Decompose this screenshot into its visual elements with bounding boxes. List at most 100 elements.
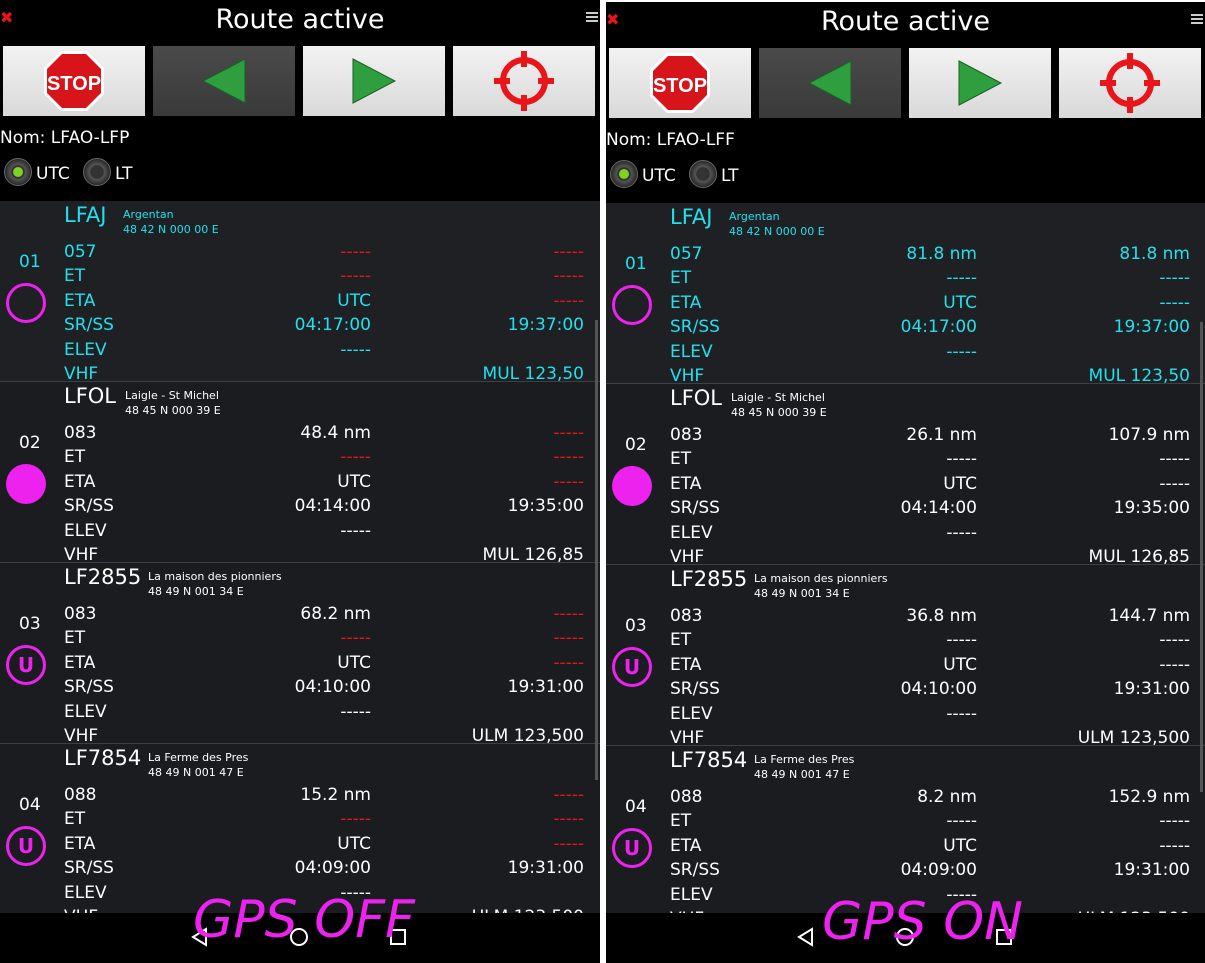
row-value: 04:14:00 (294, 496, 371, 516)
row-label: 057 (670, 244, 703, 264)
waypoint-name: Laigle - St Michel (125, 389, 219, 402)
scrollbar[interactable] (1200, 322, 1203, 792)
route-name: Nom: LFAO-LFP (0, 128, 130, 148)
route-name: Nom: LFAO-LFF (606, 130, 735, 150)
waypoint-row: ET ----- ----- (64, 447, 584, 471)
row-total: ----- (553, 785, 584, 805)
waypoint-coords: 48 45 N 000 39 E (731, 406, 827, 419)
waypoint-card[interactable]: 02 LFOL Laigle - St Michel 48 45 N 000 39 E… (0, 382, 600, 565)
waypoint-row: ETA UTC ----- (670, 293, 1190, 317)
lt-label: LT (115, 164, 133, 184)
row-label: ET (670, 449, 692, 469)
waypoint-row: 083 68.2 nm ----- (64, 604, 584, 628)
toolbar: STOP (606, 46, 1205, 118)
waypoint-name: La maison des pionniers (754, 572, 888, 585)
waypoint-ident: LFAJ (64, 203, 107, 227)
row-label: 083 (670, 606, 703, 626)
waypoint-coords: 48 49 N 001 47 E (148, 766, 244, 779)
row-value: ----- (340, 628, 371, 648)
waypoint-list[interactable]: 01 LFAJ Argentan 48 42 N 000 00 E 057 ----- --… (0, 201, 600, 927)
row-value: ----- (946, 811, 977, 831)
previous-icon (807, 60, 852, 106)
row-total: 19:35:00 (507, 496, 584, 516)
waypoint-marker-icon (6, 464, 46, 504)
waypoint-row: SR/SS 04:10:00 19:31:00 (670, 679, 1190, 703)
row-value: UTC (943, 655, 977, 675)
waypoint-list[interactable]: 01 LFAJ Argentan 48 42 N 000 00 E 057 81.8 nm… (606, 203, 1205, 929)
row-total: ----- (553, 447, 584, 467)
row-label: ELEV (670, 523, 713, 543)
waypoint-card[interactable]: 02 LFOL Laigle - St Michel 48 45 N 000 39 E… (606, 384, 1205, 567)
waypoint-row: ETA UTC ----- (64, 291, 584, 315)
waypoint-subtitle: La maison des pionniers 48 49 N 001 34 E (754, 571, 888, 601)
waypoint-number: 02 (19, 433, 41, 453)
previous-button[interactable] (759, 48, 901, 118)
panel-gps-on: ✖ Route active STOP Nom: LFAO-LFF UTC LT… (606, 2, 1205, 963)
row-total: ----- (553, 266, 584, 286)
waypoint-subtitle: La Ferme des Pres 48 49 N 001 47 E (754, 752, 854, 782)
row-value: UTC (943, 474, 977, 494)
row-total: MUL 123,50 (482, 364, 584, 384)
waypoint-marker-icon: U (612, 828, 652, 868)
row-total: ----- (1159, 655, 1190, 675)
row-value: 26.1 nm (906, 425, 977, 445)
row-total: ----- (553, 809, 584, 829)
waypoint-card[interactable]: 03 U LF2855 La maison des pionniers 48 49 N … (606, 565, 1205, 748)
row-total: 152.9 nm (1108, 787, 1190, 807)
row-total: MUL 126,85 (482, 545, 584, 565)
target-button[interactable] (1059, 48, 1201, 118)
stop-button[interactable]: STOP (3, 46, 145, 116)
waypoint-row: ETA UTC ----- (64, 653, 584, 677)
row-total: ----- (1159, 474, 1190, 494)
waypoint-subtitle: Argentan 48 42 N 000 00 E (729, 209, 825, 239)
row-value: ----- (340, 809, 371, 829)
back-icon[interactable] (796, 927, 816, 947)
row-label: ETA (64, 291, 96, 311)
waypoint-marker-icon: U (6, 826, 46, 866)
waypoint-row: 088 15.2 nm ----- (64, 785, 584, 809)
waypoint-row: ELEV ----- (64, 702, 584, 726)
waypoint-card[interactable]: 03 U LF2855 La maison des pionniers 48 49 N … (0, 563, 600, 746)
row-label: VHF (670, 728, 705, 748)
row-label: SR/SS (64, 858, 114, 878)
waypoint-row: ETA UTC ----- (64, 472, 584, 496)
waypoint-ident: LF2855 (670, 567, 748, 591)
waypoint-row: ETA UTC ----- (670, 836, 1190, 860)
row-total: ----- (553, 472, 584, 492)
waypoint-row: 083 36.8 nm 144.7 nm (670, 606, 1190, 630)
row-value: 15.2 nm (300, 785, 371, 805)
menu-icon[interactable] (1191, 14, 1203, 26)
row-total: ULM 123,500 (1077, 728, 1190, 748)
stop-button[interactable]: STOP (609, 48, 751, 118)
route-info: Nom: LFAO-LFF UTC LT (606, 118, 1205, 203)
waypoint-row: SR/SS 04:14:00 19:35:00 (64, 496, 584, 520)
waypoint-card[interactable]: 01 LFAJ Argentan 48 42 N 000 00 E 057 81.8 nm… (606, 203, 1205, 386)
waypoint-coords: 48 42 N 000 00 E (729, 225, 825, 238)
target-button[interactable] (453, 46, 595, 116)
row-total: 19:37:00 (507, 315, 584, 335)
waypoint-row: ET ----- ----- (64, 628, 584, 652)
menu-icon[interactable] (586, 12, 598, 24)
next-icon (958, 60, 1003, 106)
waypoint-row: ET ----- ----- (670, 268, 1190, 292)
waypoint-row: SR/SS 04:14:00 19:35:00 (670, 498, 1190, 522)
next-button[interactable] (909, 48, 1051, 118)
waypoint-ident: LFOL (670, 386, 723, 410)
waypoint-marker-icon (612, 466, 652, 506)
row-total: 19:35:00 (1113, 498, 1190, 518)
waypoint-ident: LF7854 (670, 748, 748, 772)
row-label: ETA (64, 834, 96, 854)
previous-button[interactable] (153, 46, 295, 116)
row-total: ----- (553, 628, 584, 648)
row-label: 088 (670, 787, 703, 807)
waypoint-row: 057 81.8 nm 81.8 nm (670, 244, 1190, 268)
next-button[interactable] (303, 46, 445, 116)
scrollbar[interactable] (595, 320, 598, 780)
radio-dot (698, 169, 708, 179)
row-value: ----- (946, 523, 977, 543)
waypoint-card[interactable]: 01 LFAJ Argentan 48 42 N 000 00 E 057 ----- --… (0, 201, 600, 384)
row-value: ----- (946, 630, 977, 650)
row-label: ET (670, 630, 692, 650)
row-label: ETA (64, 653, 96, 673)
row-label: SR/SS (64, 496, 114, 516)
